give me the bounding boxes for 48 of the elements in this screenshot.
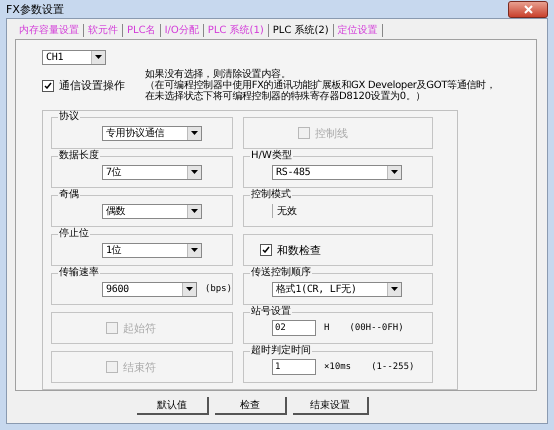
group-title: 控制模式 [250,189,292,201]
dropdown[interactable]: CH1 [42,50,106,65]
caret-icon [391,286,398,292]
dropdown[interactable]: 格式1(CR, LF无) [272,282,402,296]
mode-value: 无效 [272,204,297,218]
note-line: 在未选择状态下将可编程控制器的特殊寄存器D8120设置为0。） [145,91,426,102]
dialog-button[interactable]: 检查 [215,397,287,415]
unit-label: H [324,323,330,333]
check-icon [262,246,270,254]
close-button[interactable] [508,0,548,18]
group-title: 数据长度 [58,150,100,162]
checkbox[interactable]: 通信设置操作 [42,69,125,102]
caret-icon [191,130,198,136]
dialog-button[interactable]: 默认值 [137,397,209,415]
dropdown[interactable]: RS-485 [272,164,402,180]
note-line: （在可编程控制器中使用FX的通讯功能扩展板和GX Developer及GOT等通信时， [145,80,496,91]
unit-label: ×10ms [324,362,352,372]
range-label: (1--255) [371,362,414,372]
caret-icon [191,170,198,174]
caret-icon [186,286,193,292]
input-field[interactable]: 1 [272,359,316,375]
dropdown[interactable]: 9600 [102,282,197,296]
note-line: 如果没有选择，则清除设置内容。 [145,69,292,80]
group-title: 站号设置 [250,306,292,318]
caret-icon [191,248,198,252]
group-title: 传送控制顺序 [250,267,312,279]
dropdown[interactable]: 专用协议通信 [102,126,202,140]
range-label: (00H--0FH) [349,323,404,333]
input-field[interactable]: 02 [272,320,316,336]
group-title: 传输速率 [58,267,100,279]
caret-icon [95,55,102,60]
group-title: 协议 [58,111,80,123]
group-title: 超时判定时间 [250,345,312,357]
group-title: 停止位 [58,228,90,240]
dialog-button[interactable]: 结束设置 [293,397,369,415]
caret-icon [391,170,398,174]
dropdown[interactable]: 7位 [102,164,202,180]
dropdown[interactable]: 偶数 [102,204,202,218]
group-title: H/W类型 [250,150,293,162]
group-title: 奇偶 [58,189,80,201]
caret-icon [191,208,198,214]
tab[interactable]: PLC 系统(2) [268,24,334,37]
unit-label: (bps) [204,284,232,294]
checkbox[interactable]: 和数检查 [260,242,321,258]
dropdown[interactable]: 1位 [102,242,202,258]
window-title: FX参数设置 [6,2,64,16]
close-icon [524,4,532,14]
check-icon [44,82,52,90]
